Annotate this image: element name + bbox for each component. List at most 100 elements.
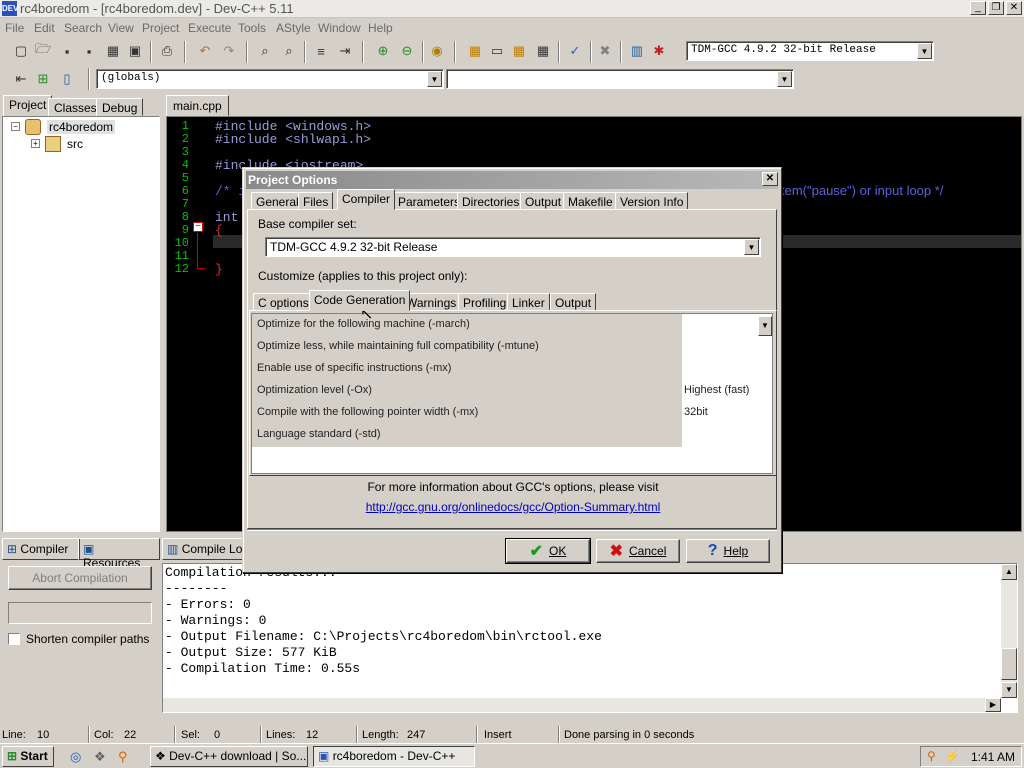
run-icon[interactable]: ▭ bbox=[488, 42, 506, 60]
tab-compile-log[interactable]: ▥ Compile Lo bbox=[162, 538, 246, 560]
menu-astyle[interactable]: AStyle bbox=[276, 21, 311, 35]
replace-icon[interactable]: ⌕ bbox=[280, 42, 298, 60]
tree-root[interactable]: rc4boredom bbox=[47, 120, 116, 134]
tab-files[interactable]: Files bbox=[298, 192, 334, 210]
compiler-select[interactable]: TDM-GCC 4.9.2 32-bit Release ▼ bbox=[686, 41, 934, 61]
open-file-icon[interactable]: 🗁 bbox=[34, 41, 52, 60]
tab-makefile[interactable]: Makefile bbox=[563, 192, 618, 210]
tab-version-info[interactable]: Version Info bbox=[615, 192, 689, 210]
tab-resources[interactable]: ▣ Resources bbox=[78, 538, 160, 570]
menu-edit[interactable]: Edit bbox=[34, 21, 55, 35]
undo-icon[interactable]: ↶ bbox=[196, 42, 214, 60]
print-icon[interactable]: ⎙ bbox=[158, 42, 176, 60]
shorten-paths-checkbox[interactable] bbox=[8, 633, 20, 645]
tab-output[interactable]: Output bbox=[520, 192, 567, 210]
base-compiler-select[interactable]: TDM-GCC 4.9.2 32-bit Release ▼ bbox=[265, 237, 761, 257]
subtab-c-options[interactable]: C options bbox=[253, 293, 314, 311]
tab-directories[interactable]: Directories bbox=[457, 192, 525, 210]
menu-help[interactable]: Help bbox=[368, 21, 393, 35]
goto-line-icon[interactable]: ≡ bbox=[312, 42, 330, 60]
syntax-check-icon[interactable]: ✓ bbox=[566, 42, 584, 60]
tray-search-icon[interactable]: ⚲ bbox=[927, 749, 936, 763]
tree-child[interactable]: src bbox=[67, 137, 83, 151]
dialog-close-button[interactable]: ✕ bbox=[762, 172, 778, 186]
insert-icon[interactable]: ⊞ bbox=[34, 70, 52, 88]
start-button[interactable]: ⊞ Start bbox=[2, 746, 54, 767]
collapse-icon[interactable]: − bbox=[11, 122, 20, 131]
stop-icon[interactable]: ✖ bbox=[596, 42, 614, 60]
subtab-profiling[interactable]: Profiling bbox=[458, 293, 512, 311]
menu-window[interactable]: Window bbox=[318, 21, 361, 35]
save-all-icon[interactable]: ▪ bbox=[80, 42, 98, 60]
compile-icon[interactable]: ▦ bbox=[466, 42, 484, 60]
subtab-code-generation[interactable]: Code Generation bbox=[309, 290, 411, 311]
quicklaunch-icon[interactable]: ❖ bbox=[94, 749, 106, 765]
compile-run-icon[interactable]: ▦ bbox=[510, 42, 528, 60]
search-icon[interactable]: ⚲ bbox=[118, 749, 128, 765]
option-label[interactable]: Compile with the following pointer width… bbox=[257, 406, 478, 418]
cancel-button[interactable]: ✖ Cancel bbox=[596, 539, 680, 563]
menu-project[interactable]: Project bbox=[142, 21, 179, 35]
code-right-fragment: tem("pause") or input loop */ bbox=[781, 183, 944, 198]
grid-icon: ⊞ bbox=[7, 542, 18, 556]
line-number: 1 bbox=[181, 119, 189, 133]
tab-parameters[interactable]: Parameters bbox=[393, 192, 466, 210]
minimize-button[interactable]: _ bbox=[970, 1, 986, 15]
menu-search[interactable]: Search bbox=[64, 21, 102, 35]
tab-project[interactable]: Project bbox=[3, 95, 53, 116]
option-value[interactable]: Highest (fast) bbox=[684, 384, 749, 396]
option-label[interactable]: Optimization level (-Ox) bbox=[257, 384, 372, 396]
save-icon[interactable]: ▪ bbox=[58, 42, 76, 60]
task-rc4boredom[interactable]: ▣ rc4boredom - Dev-C++ bbox=[313, 746, 475, 767]
tab-general[interactable]: General bbox=[251, 192, 304, 210]
gcc-options-link[interactable]: http://gcc.gnu.org/onlinedocs/gcc/Option… bbox=[243, 500, 783, 514]
browser-icon[interactable]: ◎ bbox=[70, 749, 81, 765]
compile-log-output[interactable]: Compilation results...--------- Errors: … bbox=[162, 563, 1018, 713]
option-label[interactable]: Optimize less, while maintaining full co… bbox=[257, 340, 539, 352]
ok-button[interactable]: ✔ OK bbox=[505, 538, 591, 564]
bookmark-icon[interactable]: ⇥ bbox=[336, 42, 354, 60]
subtab-linker[interactable]: Linker bbox=[507, 293, 550, 311]
help-button[interactable]: ? Help bbox=[686, 539, 770, 563]
chevron-down-icon[interactable]: ▼ bbox=[758, 316, 772, 336]
indent-icon[interactable]: ⇤ bbox=[12, 70, 30, 88]
close-file-icon[interactable]: ▦ bbox=[104, 42, 122, 60]
tab-compiler[interactable]: ⊞ Compiler bbox=[2, 538, 80, 560]
remove-from-project-icon[interactable]: ⊖ bbox=[398, 42, 416, 60]
option-label[interactable]: Enable use of specific instructions (-mx… bbox=[257, 362, 451, 374]
task-devcpp-download[interactable]: ❖ Dev-C++ download | So... bbox=[150, 746, 308, 767]
subtab-output[interactable]: Output bbox=[550, 293, 597, 311]
toggle-icon[interactable]: ▯ bbox=[58, 70, 76, 88]
tab-classes[interactable]: Classes bbox=[48, 98, 103, 116]
scope-select[interactable]: (globals) ▼ bbox=[96, 69, 444, 89]
menu-file[interactable]: File bbox=[5, 21, 24, 35]
option-label[interactable]: Language standard (-std) bbox=[257, 428, 381, 440]
add-to-project-icon[interactable]: ⊕ bbox=[374, 42, 392, 60]
debug-icon[interactable]: ✱ bbox=[650, 42, 668, 60]
abort-compilation-button[interactable]: Abort Compilation bbox=[8, 566, 152, 590]
maximize-button[interactable]: ❐ bbox=[988, 1, 1004, 15]
rebuild-icon[interactable]: ▦ bbox=[534, 42, 552, 60]
close-all-icon[interactable]: ▣ bbox=[126, 42, 144, 60]
tab-compiler-options[interactable]: Compiler bbox=[337, 189, 396, 210]
profile-icon[interactable]: ▥ bbox=[628, 42, 646, 60]
tab-main-cpp[interactable]: main.cpp bbox=[166, 95, 229, 116]
find-icon[interactable]: ⌕ bbox=[256, 42, 274, 60]
menu-view[interactable]: View bbox=[108, 21, 134, 35]
menu-tools[interactable]: Tools bbox=[238, 21, 266, 35]
menu-execute[interactable]: Execute bbox=[188, 21, 231, 35]
redo-icon[interactable]: ↷ bbox=[220, 42, 238, 60]
tab-debug[interactable]: Debug bbox=[96, 98, 144, 116]
close-button[interactable]: ✕ bbox=[1006, 1, 1022, 15]
expand-icon[interactable]: + bbox=[31, 139, 40, 148]
fold-icon[interactable]: − bbox=[193, 222, 203, 232]
fold-line bbox=[197, 233, 198, 269]
horizontal-scrollbar[interactable]: ▶ bbox=[163, 698, 1001, 712]
cross-icon: ✖ bbox=[609, 543, 624, 560]
option-value[interactable]: 32bit bbox=[684, 406, 708, 418]
tray-network-icon[interactable]: ⚡ bbox=[945, 749, 960, 763]
symbol-select[interactable]: ▼ bbox=[446, 69, 794, 89]
project-options-icon[interactable]: ◉ bbox=[428, 42, 446, 60]
new-file-icon[interactable]: ▢ bbox=[12, 42, 30, 60]
vertical-scrollbar[interactable]: ▲ ▼ bbox=[1001, 564, 1017, 698]
